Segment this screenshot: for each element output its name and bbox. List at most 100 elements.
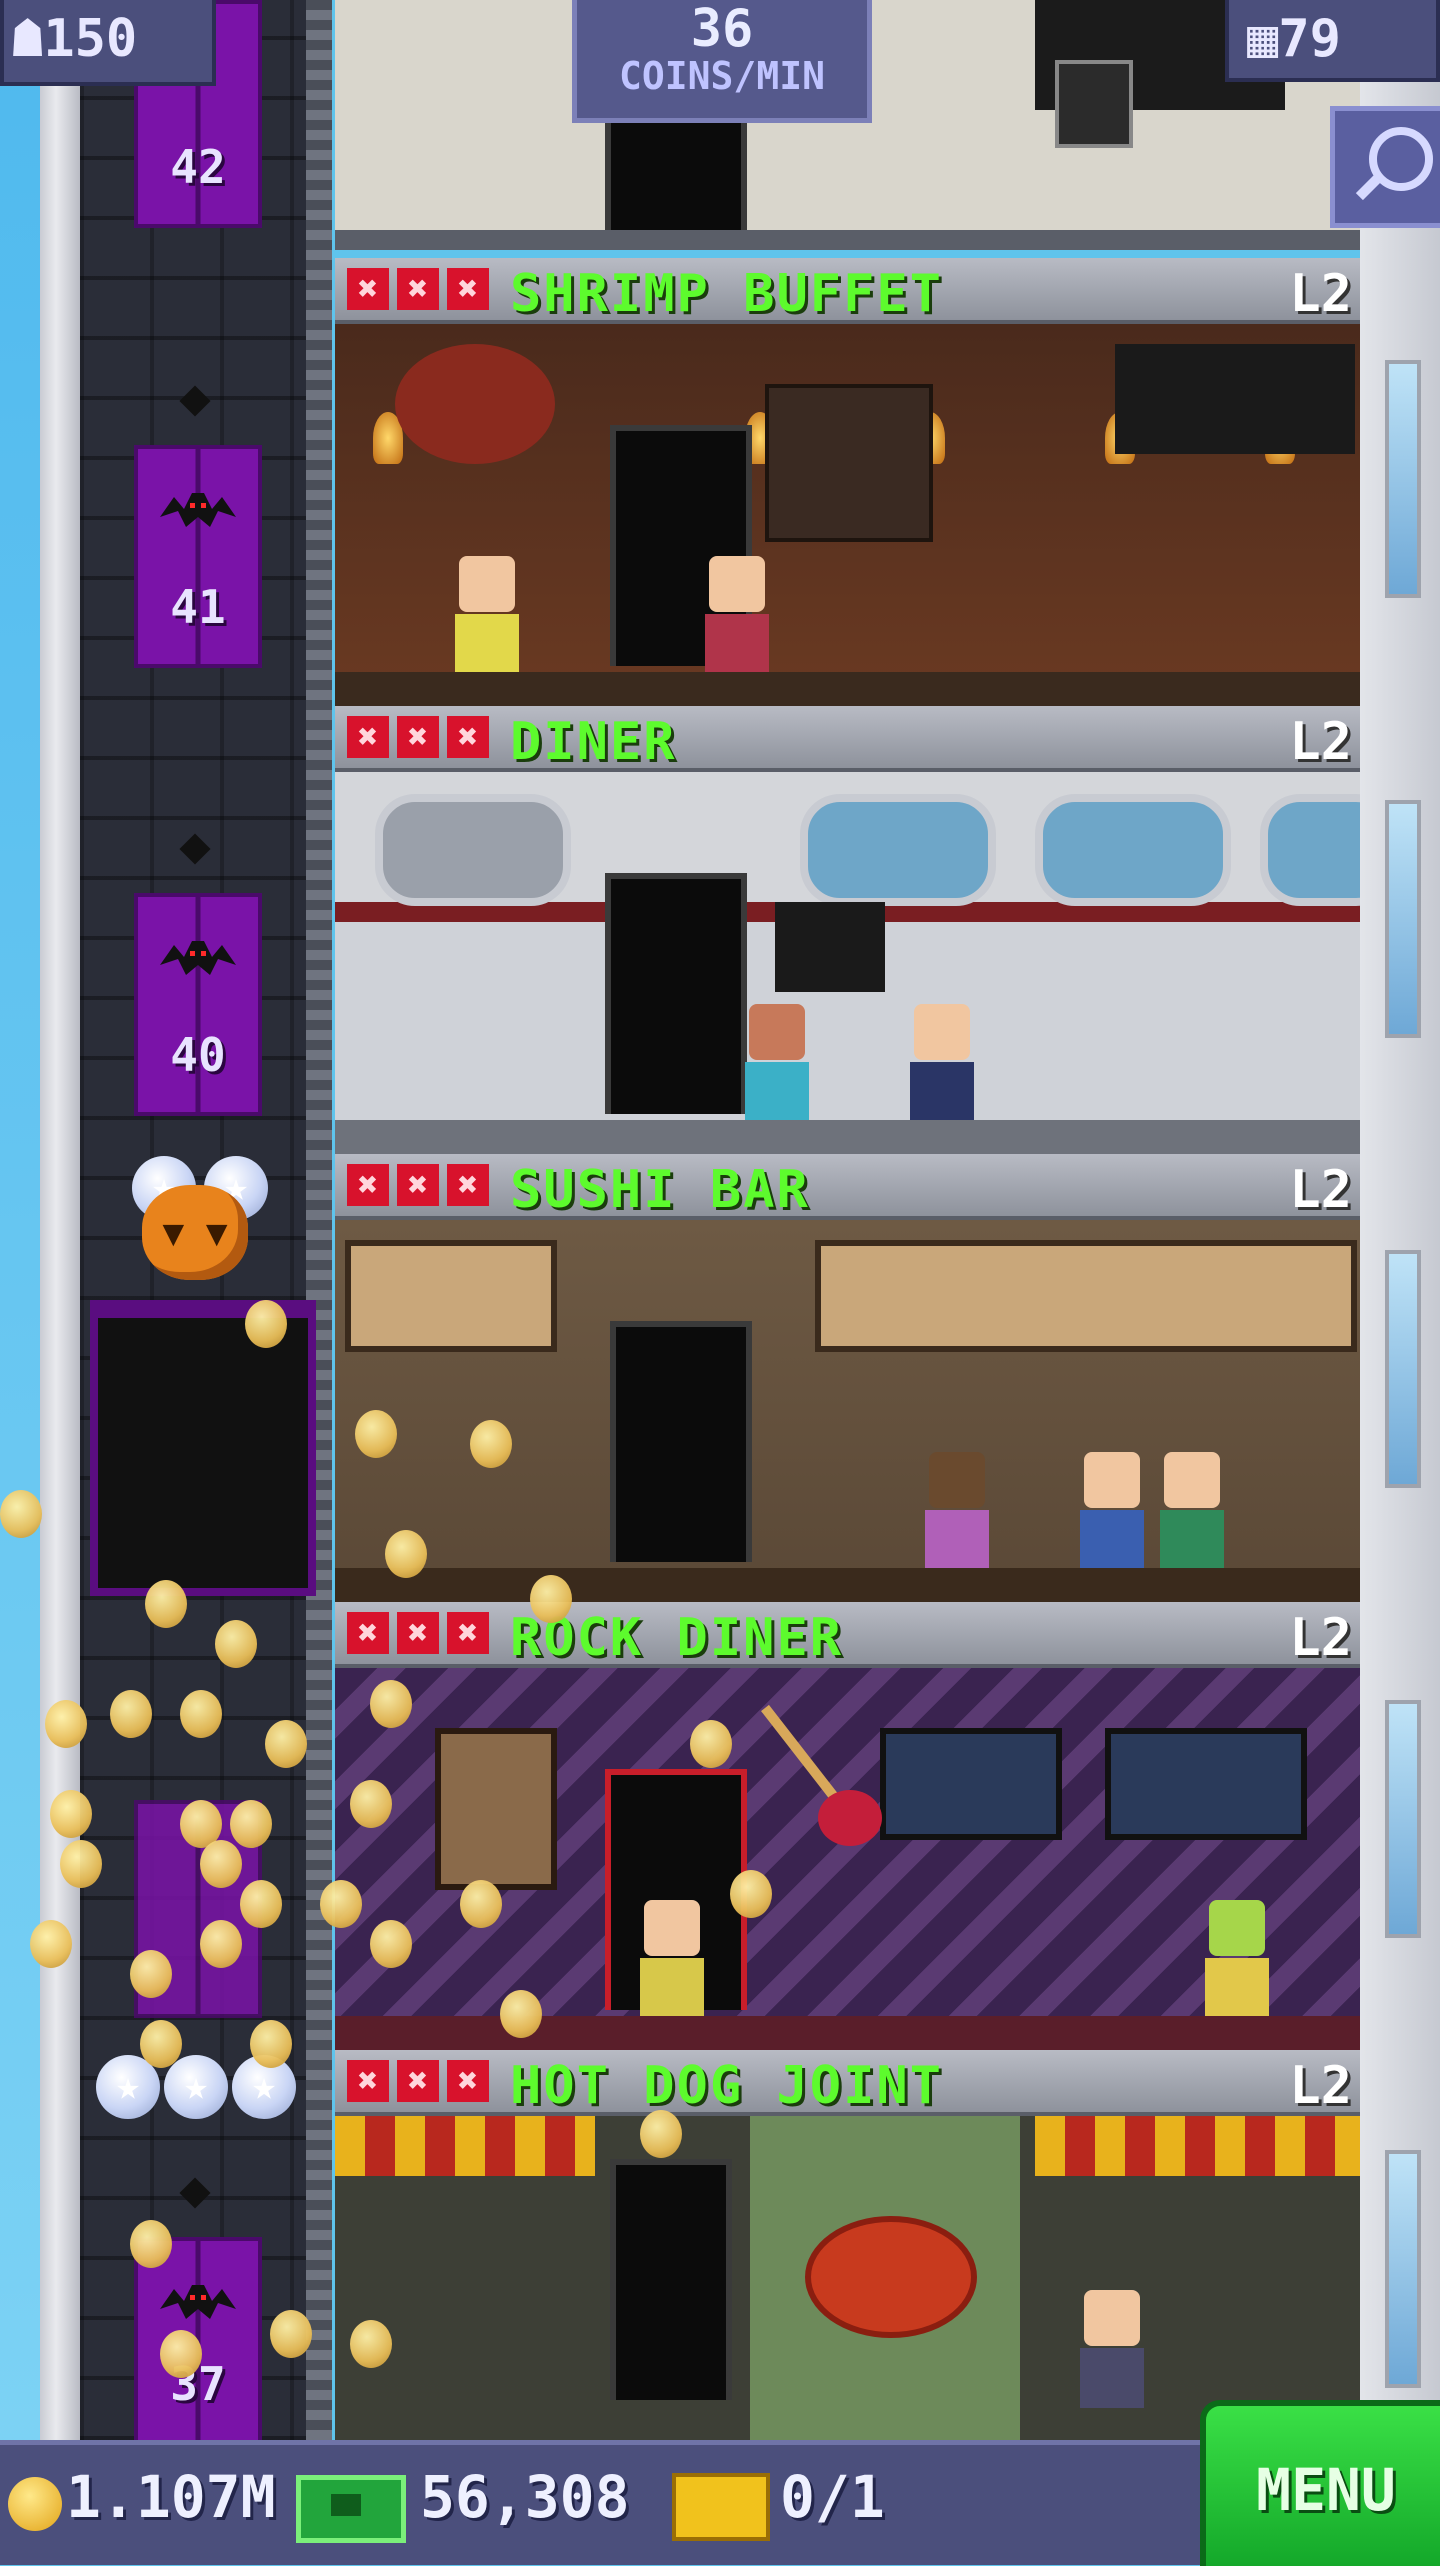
bottle-shelf bbox=[765, 384, 933, 542]
picture-frame bbox=[880, 1728, 1062, 1840]
elevator-lobby-car[interactable] bbox=[90, 1300, 316, 1596]
guitar-icon bbox=[761, 1704, 882, 1846]
floor-stock-marks: ✖ ✖ ✖ bbox=[347, 716, 489, 758]
stock-empty-mark: ✖ bbox=[397, 2060, 439, 2102]
floor-level: L2 bbox=[1289, 1608, 1352, 1668]
stock-empty-mark: ✖ bbox=[397, 1164, 439, 1206]
bitizen-figure[interactable] bbox=[705, 556, 769, 676]
menu-label: MENU bbox=[1256, 2456, 1396, 2524]
floor-hot-dog-joint[interactable]: ✖ ✖ ✖ HOT DOG JOINT L2 bbox=[335, 2050, 1360, 2440]
bitizen-figure[interactable] bbox=[1160, 1452, 1224, 1572]
stock-empty-mark: ✖ bbox=[347, 1612, 389, 1654]
tower-window bbox=[1385, 1250, 1421, 1488]
floor-stock-marks: ✖ ✖ ✖ bbox=[347, 268, 489, 310]
floor-name: HOT DOG JOINT bbox=[510, 2056, 943, 2116]
coins-per-minute-display[interactable]: 36 COINS/MIN bbox=[572, 0, 872, 123]
elevator-car-floor-41[interactable]: 41 bbox=[134, 445, 262, 668]
floor-level: L2 bbox=[1289, 2056, 1352, 2116]
stock-empty-mark: ✖ bbox=[397, 1612, 439, 1654]
tower-window bbox=[1385, 360, 1421, 598]
bitizen-figure[interactable] bbox=[640, 1900, 704, 2020]
floor-header: ✖ ✖ ✖ DINER L2 bbox=[335, 706, 1360, 772]
shoji-window bbox=[345, 1240, 557, 1352]
porthole-window bbox=[1260, 794, 1360, 906]
elevator-floor-number: 41 bbox=[170, 580, 226, 634]
computer-monitor bbox=[1055, 60, 1133, 148]
elevator-floor-number: 40 bbox=[170, 1028, 226, 1082]
floor-stock-marks: ✖ ✖ ✖ bbox=[347, 1164, 489, 1206]
stock-empty-mark: ✖ bbox=[347, 2060, 389, 2102]
floor-counter bbox=[335, 1568, 1360, 1602]
floor-count-value: 79 bbox=[1278, 9, 1341, 69]
bitizen-figure[interactable] bbox=[925, 1452, 989, 1572]
menu-button[interactable]: MENU bbox=[1200, 2400, 1440, 2566]
tower-outer-wall bbox=[40, 0, 80, 2440]
stock-empty-mark: ✖ bbox=[347, 268, 389, 310]
stock-empty-mark: ✖ bbox=[397, 268, 439, 310]
floor-interior bbox=[335, 1220, 1360, 1602]
floor-sushi-bar[interactable]: ✖ ✖ ✖ SUSHI BAR L2 bbox=[335, 1154, 1360, 1602]
floor-counter-badge[interactable]: ▦79 bbox=[1225, 0, 1440, 82]
tower-window bbox=[1385, 800, 1421, 1038]
building-icon: ▦ bbox=[1247, 9, 1279, 69]
stock-empty-mark: ✖ bbox=[347, 716, 389, 758]
bitizen-figure[interactable] bbox=[910, 1004, 974, 1124]
stock-empty-mark: ✖ bbox=[447, 2060, 489, 2102]
floor-level: L2 bbox=[1289, 712, 1352, 772]
stock-empty-mark: ✖ bbox=[447, 716, 489, 758]
floor-door bbox=[610, 2159, 732, 2400]
stock-empty-mark: ✖ bbox=[397, 716, 439, 758]
bux-icon bbox=[296, 2475, 406, 2543]
pumpkin-icon: ▼ ▼ bbox=[142, 1185, 248, 1280]
population-icon: ☗ bbox=[12, 9, 44, 69]
population-counter[interactable]: ☗150 bbox=[0, 0, 216, 86]
floor-counter bbox=[335, 2016, 1360, 2050]
bux-balance: 56,308 bbox=[420, 2463, 630, 2531]
hot-dog-icon bbox=[805, 2216, 977, 2338]
picture-frame bbox=[1105, 1728, 1307, 1840]
bat-icon bbox=[160, 493, 236, 527]
floor-interior bbox=[335, 772, 1360, 1154]
floor-diner[interactable]: ✖ ✖ ✖ DINER L2 bbox=[335, 706, 1360, 1154]
floor-shrimp-buffet[interactable]: ✖ ✖ ✖ SHRIMP BUFFET L2 bbox=[335, 258, 1360, 706]
stock-empty-mark: ✖ bbox=[447, 1612, 489, 1654]
floor-name: SUSHI BAR bbox=[510, 1160, 810, 1220]
rock-poster bbox=[435, 1728, 557, 1890]
floor-level: L2 bbox=[1289, 264, 1352, 324]
bitizen-figure[interactable] bbox=[1080, 2290, 1144, 2410]
awning bbox=[1035, 2116, 1360, 2176]
bitizen-figure[interactable] bbox=[455, 556, 519, 676]
awning bbox=[335, 2116, 595, 2176]
floor-header: ✖ ✖ ✖ SUSHI BAR L2 bbox=[335, 1154, 1360, 1220]
floor-header: ✖ ✖ ✖ ROCK DINER L2 bbox=[335, 1602, 1360, 1668]
floor-counter bbox=[335, 1120, 1360, 1154]
population-value: 150 bbox=[43, 9, 138, 69]
bitizen-figure[interactable] bbox=[1205, 1900, 1269, 2020]
bitizen-figure[interactable] bbox=[745, 1004, 809, 1124]
floor-counter bbox=[335, 672, 1360, 706]
porthole-window bbox=[375, 794, 571, 906]
elevator-car-floor-40[interactable]: 40 bbox=[134, 893, 262, 1116]
magnifier-handle bbox=[1355, 171, 1385, 201]
floor-door bbox=[610, 1321, 752, 1562]
star-icon: ★ bbox=[164, 2055, 228, 2119]
floor-name: SHRIMP BUFFET bbox=[510, 264, 943, 324]
floor-rock-diner[interactable]: ✖ ✖ ✖ ROCK DINER L2 bbox=[335, 1602, 1360, 2050]
floor-name: DINER bbox=[510, 712, 677, 772]
bitizen-figure[interactable] bbox=[1080, 1452, 1144, 1572]
tower-window bbox=[1385, 2150, 1421, 2388]
coins-per-minute-value: 36 bbox=[690, 0, 754, 59]
menu-board bbox=[1115, 344, 1355, 454]
bat-icon bbox=[160, 941, 236, 975]
tower-window bbox=[1385, 1700, 1421, 1938]
floor-interior bbox=[335, 1668, 1360, 2050]
porthole-window bbox=[800, 794, 996, 906]
bat-icon bbox=[160, 2285, 236, 2319]
elevator-floor-number: 42 bbox=[170, 140, 226, 194]
elevator-rail bbox=[306, 0, 332, 2440]
ticket-count: 0/1 bbox=[780, 2463, 885, 2531]
floor-level: L2 bbox=[1289, 1160, 1352, 1220]
stock-empty-mark: ✖ bbox=[447, 1164, 489, 1206]
search-button[interactable] bbox=[1330, 106, 1440, 228]
hot-dog-sign bbox=[750, 2116, 1020, 2440]
